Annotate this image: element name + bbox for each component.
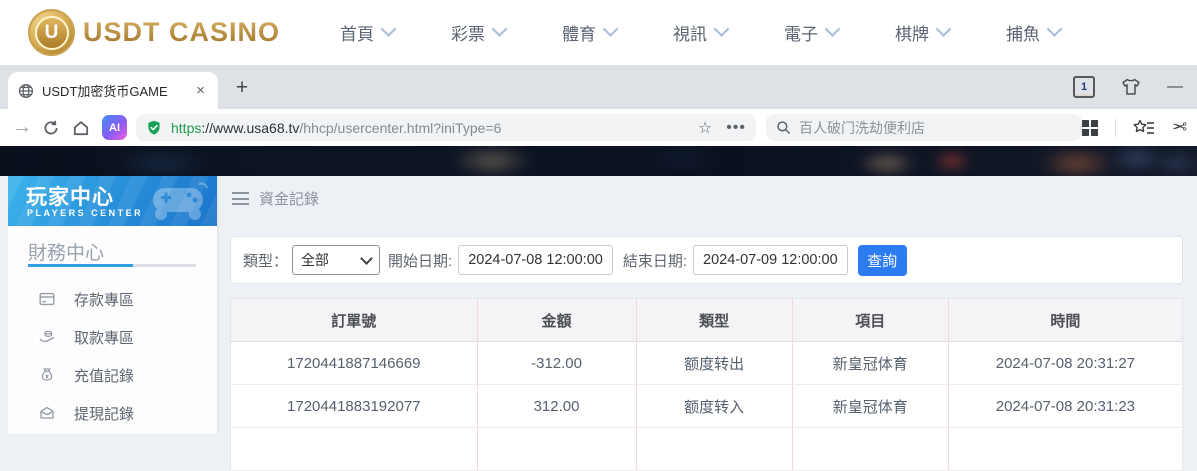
start-date-label: 開始日期: xyxy=(388,252,453,270)
sidebar-header: 玩家中心 PLAYERS CENTER xyxy=(8,176,217,226)
casino-nav-menu: 首頁 彩票 體育 視訊 電子 棋牌 捕魚 xyxy=(340,20,1117,45)
filter-bar: 類型： 全部 開始日期: 2024-07-08 12:00:00 結束日期: 2… xyxy=(230,236,1183,284)
chevron-down-icon xyxy=(491,21,508,37)
ai-assistant-icon[interactable]: AI xyxy=(102,115,127,140)
favorites-list-icon[interactable] xyxy=(1133,119,1155,137)
sidebar-title: 玩家中心 xyxy=(26,186,114,209)
col-header-item: 項目 xyxy=(792,298,949,342)
page-content: 玩家中心 PLAYERS CENTER 財務中心 存款專區 取款專區 充值記錄 … xyxy=(0,176,1197,471)
fund-records-table: 訂單號 金額 類型 項目 時間 1720441887146669 -312.00… xyxy=(230,298,1183,471)
menu-toggle-icon[interactable] xyxy=(232,192,249,205)
chevron-down-icon xyxy=(935,21,952,37)
browser-toolbar: → AI https://www.usa68.tv/hhcp/usercente… xyxy=(0,109,1197,146)
home-icon[interactable] xyxy=(66,119,96,137)
toolbar-divider xyxy=(1114,118,1116,137)
cell-type: 额度转出 xyxy=(636,341,793,385)
gamepad-icon xyxy=(153,182,208,220)
cell-amount: -312.00 xyxy=(477,341,637,385)
apps-grid-icon[interactable] xyxy=(1081,119,1098,136)
cell-order: 1720441887146669 xyxy=(230,341,478,385)
globe-icon xyxy=(18,83,34,98)
chevron-down-icon xyxy=(602,21,619,37)
withdraw-hand-icon xyxy=(39,330,55,343)
chevron-down-icon xyxy=(1046,21,1063,37)
cell-time: 2024-07-08 20:31:23 xyxy=(948,384,1183,428)
finance-center-title: 財務中心 xyxy=(28,243,105,264)
cell-item: 新皇冠体育 xyxy=(792,384,949,428)
table-row: 1720441883192077 312.00 额度转入 新皇冠体育 2024-… xyxy=(230,384,1183,428)
search-input[interactable]: 百人破门洗劫便利店 xyxy=(766,114,1082,141)
address-bar[interactable]: https://www.usa68.tv/hhcp/usercenter.htm… xyxy=(136,114,756,141)
theme-tshirt-icon[interactable] xyxy=(1121,78,1141,96)
sidebar-item-deposit[interactable]: 存款專區 xyxy=(8,280,217,318)
moneybag-icon xyxy=(41,368,53,381)
nav-item-boardgames[interactable]: 棋牌 xyxy=(895,20,952,45)
casino-logo[interactable]: U USDT CASINO xyxy=(28,9,280,56)
nav-item-home[interactable]: 首頁 xyxy=(340,20,397,45)
sidebar-subtitle: PLAYERS CENTER xyxy=(27,208,144,218)
logo-letter: U xyxy=(34,15,69,50)
bookmark-star-icon[interactable]: ☆ xyxy=(698,118,712,138)
sidebar-item-recharge-records[interactable]: 充值記錄 xyxy=(8,356,217,394)
sidebar-menu: 存款專區 取款專區 充值記錄 提現記錄 xyxy=(8,280,217,432)
reload-icon[interactable] xyxy=(36,119,66,137)
url-text: https://www.usa68.tv/hhcp/usercenter.htm… xyxy=(171,119,502,136)
cell-order: 1720441883192077 xyxy=(230,384,478,428)
browser-tab[interactable]: USDT加密货币GAME × xyxy=(8,72,218,109)
cell-amount: 312.00 xyxy=(477,384,637,428)
chevron-down-icon xyxy=(824,21,841,37)
casino-logo-coin-icon: U xyxy=(28,9,75,56)
cell-type: 额度转入 xyxy=(636,384,793,428)
start-date-input[interactable]: 2024-07-08 12:00:00 xyxy=(458,245,613,275)
type-select[interactable]: 全部 xyxy=(292,245,381,275)
page-top-banner xyxy=(0,146,1197,176)
casino-logo-text: USDT CASINO xyxy=(83,17,281,47)
sidebar-item-withdraw[interactable]: 取款專區 xyxy=(8,318,217,356)
end-date-label: 結束日期: xyxy=(622,252,688,270)
chevron-down-icon xyxy=(380,21,397,37)
new-tab-button[interactable]: + xyxy=(230,77,254,101)
col-header-type: 類型 xyxy=(636,298,793,342)
col-header-amount: 金額 xyxy=(477,298,637,342)
main-panel: 資金記錄 類型： 全部 開始日期: 2024-07-08 12:00:00 結束… xyxy=(230,176,1185,471)
cell-item: 新皇冠体育 xyxy=(792,341,949,385)
browser-tab-strip: USDT加密货币GAME × + 1 — xyxy=(0,65,1197,109)
search-icon xyxy=(777,121,790,134)
tab-title: USDT加密货币GAME xyxy=(42,84,168,99)
security-shield-icon xyxy=(148,120,160,135)
nav-item-fishing[interactable]: 捕魚 xyxy=(1006,20,1063,45)
sidebar-item-withdrawal-records[interactable]: 提現記錄 xyxy=(8,394,217,432)
tab-close-icon[interactable]: × xyxy=(193,82,208,99)
nav-item-lottery[interactable]: 彩票 xyxy=(451,20,508,45)
more-options-icon[interactable]: ••• xyxy=(726,119,746,137)
nav-item-video[interactable]: 視訊 xyxy=(673,20,730,45)
page-title: 資金記錄 xyxy=(259,191,320,208)
col-header-order: 訂單號 xyxy=(230,298,478,342)
wallet-icon xyxy=(40,406,54,419)
screenshot-scissors-icon[interactable]: ✂ xyxy=(1172,117,1187,138)
search-placeholder: 百人破门洗劫便利店 xyxy=(799,119,925,136)
cell-time: 2024-07-08 20:31:27 xyxy=(948,341,1183,385)
type-label: 類型： xyxy=(243,252,289,270)
col-header-time: 時間 xyxy=(948,298,1183,342)
query-button[interactable]: 查詢 xyxy=(857,244,907,276)
minimize-window-icon[interactable]: — xyxy=(1167,78,1183,96)
casino-top-nav: U USDT CASINO 首頁 彩票 體育 視訊 電子 棋牌 捕魚 xyxy=(0,0,1197,66)
nav-item-slots[interactable]: 電子 xyxy=(784,20,841,45)
table-row: 1720441887146669 -312.00 额度转出 新皇冠体育 2024… xyxy=(230,341,1183,385)
tab-counter-button[interactable]: 1 xyxy=(1073,76,1095,98)
forward-icon[interactable]: → xyxy=(8,116,36,139)
table-header-row: 訂單號 金額 類型 項目 時間 xyxy=(230,298,1183,342)
chevron-down-icon xyxy=(360,252,373,265)
finance-center-underline xyxy=(28,264,196,267)
players-center-sidebar: 玩家中心 PLAYERS CENTER 財務中心 存款專區 取款專區 充值記錄 … xyxy=(8,176,217,434)
end-date-input[interactable]: 2024-07-09 12:00:00 xyxy=(693,245,848,275)
deposit-card-icon xyxy=(39,292,55,306)
nav-item-sports[interactable]: 體育 xyxy=(562,20,619,45)
chevron-down-icon xyxy=(713,21,730,37)
